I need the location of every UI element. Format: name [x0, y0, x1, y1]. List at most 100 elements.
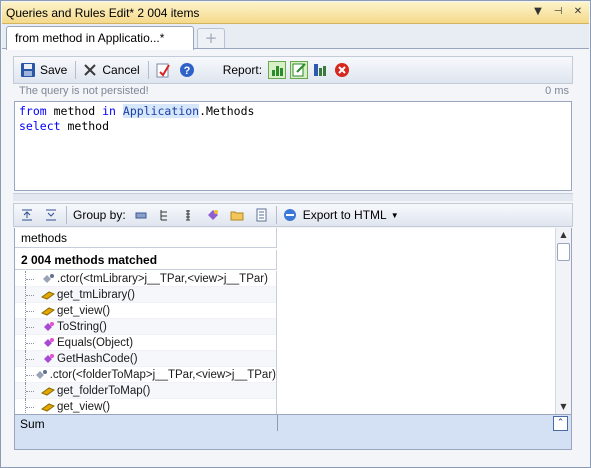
save-label: Save — [40, 63, 68, 77]
expand-all-icon[interactable] — [20, 208, 34, 222]
cancel-x-icon — [82, 62, 98, 78]
save-icon — [20, 62, 36, 78]
pin-icon[interactable]: ⊣ — [551, 5, 565, 19]
tab-query[interactable]: from method in Applicatio...* — [6, 26, 194, 50]
group-by-type-icon[interactable] — [182, 208, 196, 222]
table-row[interactable]: ToString() — [15, 318, 276, 335]
sum-label: Sum — [20, 417, 45, 431]
results-list: .ctor(<tmLibrary>j__TPar,<view>j__TPar)g… — [15, 271, 277, 414]
table-row[interactable]: Equals(Object) — [15, 334, 276, 351]
report-label: Report: — [222, 63, 263, 77]
keyword-from: from — [19, 104, 47, 118]
status-line: The query is not persisted! 0 ms — [13, 85, 573, 101]
property-getter-icon — [40, 305, 56, 317]
scroll-down-icon[interactable]: ▼ — [556, 400, 571, 414]
add-tab-button[interactable]: + — [197, 28, 225, 48]
method-name: GetHashCode() — [57, 352, 138, 365]
expand-up-icon[interactable]: ⌃ — [553, 416, 568, 431]
tree-connector — [25, 366, 34, 383]
folder-icon[interactable] — [230, 208, 244, 222]
editor-line-2: select method — [19, 119, 567, 134]
tree-connector — [25, 271, 39, 287]
group-by-assembly-icon[interactable] — [134, 208, 148, 222]
tree-connector — [25, 286, 39, 303]
query-toolbar: Save Cancel ? Report: — [13, 56, 573, 84]
help-icon[interactable]: ? — [179, 62, 195, 78]
export-label: Export to HTML — [302, 208, 387, 222]
svg-text:?: ? — [183, 65, 190, 77]
table-row[interactable]: get_tmLibrary() — [15, 286, 276, 303]
scroll-up-icon[interactable]: ▲ — [556, 228, 571, 242]
queries-rules-window: Queries and Rules Edit* 2 004 items ▼ ⊣ … — [0, 0, 591, 468]
keyword-in: in — [102, 104, 116, 118]
collapse-all-icon[interactable] — [44, 208, 58, 222]
toolbar-separator — [66, 206, 67, 224]
toolbar-separator — [275, 206, 277, 224]
constructor-icon — [41, 273, 55, 285]
chevron-down-icon: ▼ — [390, 210, 399, 220]
report-chart-icon[interactable] — [268, 61, 287, 79]
table-row[interactable]: .ctor(<folderToMap>j__TPar,<view>j__TPar… — [15, 366, 276, 383]
table-row[interactable]: get_view() — [15, 398, 276, 414]
method-name: ToString() — [57, 320, 107, 333]
toolbar-separator — [75, 61, 77, 79]
range-variable: method — [46, 104, 103, 118]
method-name: get_tmLibrary() — [57, 288, 135, 301]
window-title: Queries and Rules Edit* 2 004 items — [6, 5, 200, 20]
method-name: Equals(Object) — [57, 336, 134, 349]
tree-connector — [25, 334, 39, 351]
cancel-button[interactable]: Cancel — [82, 62, 140, 78]
property-getter-icon — [40, 289, 56, 301]
method-name: .ctor(<tmLibrary>j__TPar,<view>j__TPar) — [57, 272, 268, 285]
report-edit-icon[interactable] — [290, 61, 309, 79]
editor-line-1: from method in Application.Methods — [19, 104, 567, 119]
virtual-method-icon — [41, 321, 55, 333]
dropdown-icon[interactable]: ▼ — [531, 5, 545, 19]
type-application: Application — [122, 104, 200, 118]
property-getter-icon — [40, 401, 56, 413]
title-bar: Queries and Rules Edit* 2 004 items ▼ ⊣ … — [2, 2, 589, 24]
method-name: get_folderToMap() — [57, 384, 151, 397]
stop-icon[interactable] — [334, 62, 350, 78]
keyword-select: select — [19, 119, 61, 133]
property-getter-icon — [40, 385, 56, 397]
document-icon[interactable] — [254, 208, 268, 222]
sum-bar: Sum ⌃ — [14, 414, 572, 450]
group-by-label: Group by: — [73, 208, 126, 222]
method-name: get_view() — [57, 304, 111, 317]
tree-connector — [25, 350, 39, 367]
column-header-methods[interactable]: methods — [15, 228, 277, 248]
tab-strip: from method in Applicatio...* + — [2, 24, 589, 50]
matched-count: 2 004 methods matched — [15, 250, 277, 270]
edit-rule-icon[interactable] — [155, 62, 171, 78]
save-button[interactable]: Save — [20, 62, 67, 78]
select-expression: method — [60, 119, 110, 133]
group-by-namespace-icon[interactable] — [158, 208, 172, 222]
toolbar-separator — [147, 61, 149, 79]
export-to-html-button[interactable]: Export to HTML ▼ — [283, 208, 399, 222]
panel-splitter[interactable] — [13, 193, 573, 201]
virtual-method-icon — [41, 337, 55, 349]
results-panel: methods 2 004 methods matched .ctor(<tmL… — [14, 228, 572, 414]
vertical-scrollbar[interactable]: ▲ ▼ — [555, 228, 571, 414]
query-editor[interactable]: from method in Application.Methods selec… — [14, 101, 572, 191]
tree-connector — [25, 398, 39, 414]
tree-connector — [25, 382, 39, 399]
results-toolbar: Group by: Export to HTML ▼ — [13, 203, 573, 227]
table-row[interactable]: GetHashCode() — [15, 350, 276, 367]
constructor-icon — [34, 369, 48, 381]
scroll-thumb[interactable] — [557, 243, 570, 261]
tree-connector — [25, 318, 39, 335]
table-row[interactable]: get_view() — [15, 302, 276, 319]
sum-divider — [277, 415, 278, 431]
close-icon[interactable]: ✕ — [571, 5, 585, 19]
table-row[interactable]: .ctor(<tmLibrary>j__TPar,<view>j__TPar) — [15, 271, 276, 287]
status-message: The query is not persisted! — [19, 85, 149, 97]
report-table-icon[interactable] — [312, 62, 328, 78]
tree-connector — [25, 302, 39, 319]
virtual-method-icon — [41, 353, 55, 365]
table-row[interactable]: get_folderToMap() — [15, 382, 276, 399]
group-by-member-icon[interactable] — [206, 208, 220, 222]
method-name: .ctor(<folderToMap>j__TPar,<view>j__TPar… — [49, 368, 276, 381]
query-duration: 0 ms — [545, 85, 569, 97]
